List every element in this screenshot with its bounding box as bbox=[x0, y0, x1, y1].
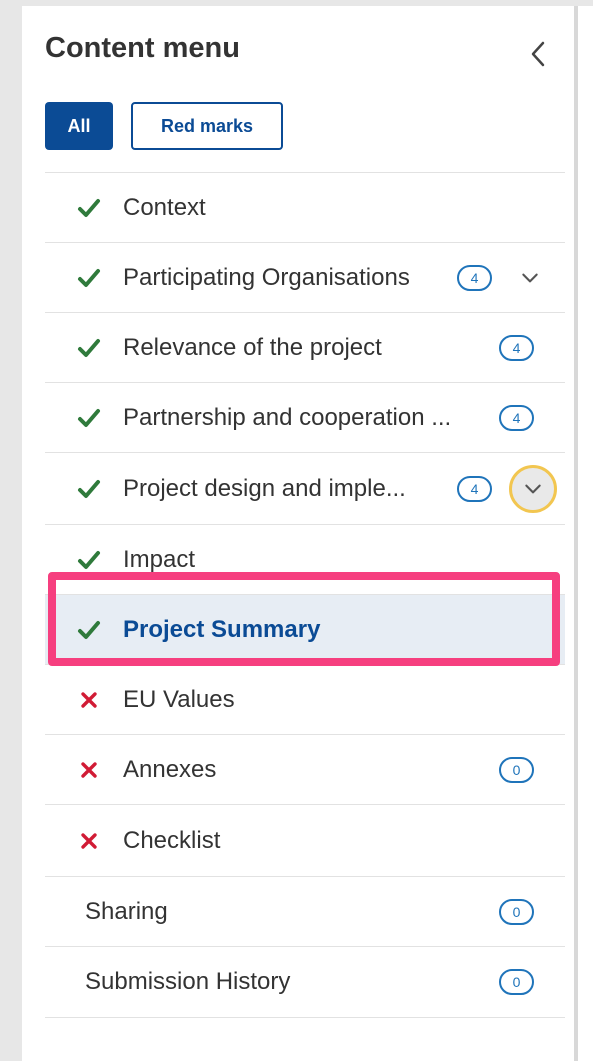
checkmark-icon bbox=[77, 548, 101, 572]
menu-item-label: Annexes bbox=[123, 755, 217, 783]
menu-item-submission-history[interactable]: Submission History 0 bbox=[45, 946, 565, 1018]
chevron-left-icon bbox=[531, 41, 545, 67]
menu-item-project-design-and-imple[interactable]: Project design and imple... 4 bbox=[45, 452, 565, 524]
checkmark-icon bbox=[77, 618, 101, 642]
panel-title: Content menu bbox=[45, 32, 240, 64]
menu-item-label: Checklist bbox=[123, 826, 221, 854]
content-menu-list: Context Participating Organisations 4 Relev… bbox=[45, 172, 565, 1018]
menu-item-label: Context bbox=[123, 193, 206, 221]
checkmark-icon bbox=[77, 477, 101, 501]
checkmark-icon bbox=[77, 266, 101, 290]
menu-item-label: Project design and imple... bbox=[123, 474, 406, 502]
menu-item-label: Relevance of the project bbox=[123, 333, 382, 361]
menu-item-relevance-of-the-project[interactable]: Relevance of the project 4 bbox=[45, 312, 565, 382]
count-badge: 4 bbox=[457, 475, 492, 502]
checkmark-icon bbox=[77, 196, 101, 220]
count-badge: 4 bbox=[499, 334, 534, 361]
collapse-menu-button[interactable] bbox=[518, 34, 558, 74]
checkmark-icon bbox=[77, 406, 101, 430]
menu-item-label: EU Values bbox=[123, 685, 235, 713]
menu-item-project-summary[interactable]: Project Summary bbox=[45, 594, 565, 664]
menu-item-label: Partnership and cooperation ... bbox=[123, 403, 452, 431]
count-badge: 0 bbox=[499, 756, 534, 783]
checkmark-icon bbox=[77, 336, 101, 360]
cross-icon bbox=[77, 829, 101, 853]
content-menu-panel: Content menu All Red marks Context Partic… bbox=[22, 6, 574, 1061]
menu-item-eu-values[interactable]: EU Values bbox=[45, 664, 565, 734]
menu-item-annexes[interactable]: Annexes 0 bbox=[45, 734, 565, 804]
cross-icon bbox=[77, 758, 101, 782]
count-badge: 0 bbox=[499, 898, 534, 925]
menu-item-label: Project Summary bbox=[123, 615, 321, 643]
menu-item-label: Participating Organisations bbox=[123, 263, 410, 291]
count-badge: 4 bbox=[499, 404, 534, 431]
menu-item-partnership-and-cooperation[interactable]: Partnership and cooperation ... 4 bbox=[45, 382, 565, 452]
menu-item-label: Impact bbox=[123, 545, 196, 573]
content-area-edge bbox=[578, 6, 593, 1061]
count-badge: 4 bbox=[457, 264, 492, 291]
menu-item-participating-organisations[interactable]: Participating Organisations 4 bbox=[45, 242, 565, 312]
menu-item-sharing[interactable]: Sharing 0 bbox=[45, 876, 565, 946]
chevron-down-icon[interactable] bbox=[513, 261, 547, 295]
menu-item-checklist[interactable]: Checklist bbox=[45, 804, 565, 876]
menu-item-label: Submission History bbox=[85, 968, 291, 995]
count-badge: 0 bbox=[499, 969, 534, 995]
cross-icon bbox=[77, 688, 101, 712]
filter-all-button[interactable]: All bbox=[45, 102, 113, 150]
menu-item-impact[interactable]: Impact bbox=[45, 524, 565, 594]
menu-item-context[interactable]: Context bbox=[45, 172, 565, 242]
chevron-down-icon[interactable] bbox=[509, 464, 557, 513]
filter-red-marks-button[interactable]: Red marks bbox=[131, 102, 283, 150]
menu-item-label: Sharing bbox=[85, 897, 168, 925]
